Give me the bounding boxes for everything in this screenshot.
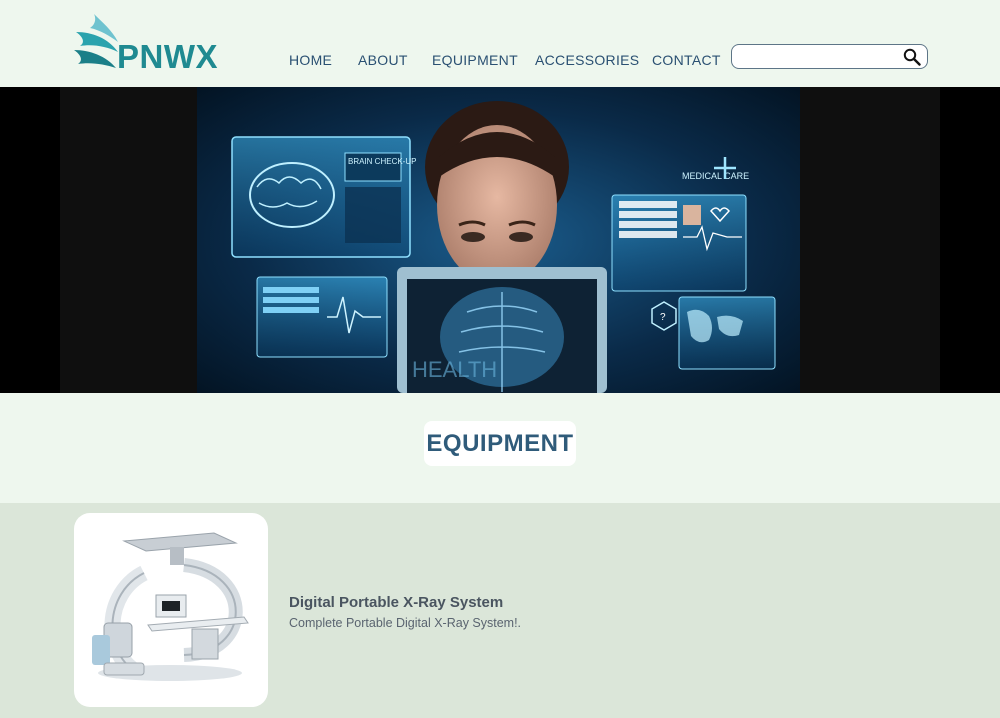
hero-text-brain: BRAIN CHECK-UP [348, 157, 416, 166]
hero-text-medical: MEDICAL CARE [682, 171, 749, 181]
search-icon[interactable] [903, 48, 921, 66]
hero-medical-image: BRAIN CHECK-UP HEALTH MEDICAL CARE ? [197, 87, 800, 393]
search-box [731, 44, 928, 69]
product-title[interactable]: Digital Portable X-Ray System [289, 594, 503, 611]
search-input[interactable] [738, 48, 898, 66]
site-header: PNWX HOME ABOUT EQUIPMENT ACCESSORIES CO… [0, 0, 1000, 86]
nav-equipment[interactable]: EQUIPMENT [432, 52, 518, 68]
nav-contact[interactable]: CONTACT [652, 52, 721, 68]
equipment-heading-badge: EQUIPMENT [424, 421, 576, 466]
nav-home[interactable]: HOME [289, 52, 332, 68]
nav-about[interactable]: ABOUT [358, 52, 408, 68]
product-description: Complete Portable Digital X-Ray System!. [289, 616, 522, 630]
xray-machine-image [92, 532, 249, 681]
brand-name[interactable]: PNWX [117, 38, 218, 76]
nav-accessories[interactable]: ACCESSORIES [535, 52, 639, 68]
product-image-card[interactable] [74, 513, 268, 707]
hero-text-health: HEALTH [412, 357, 497, 382]
equipment-heading: EQUIPMENT [426, 429, 574, 457]
svg-text:?: ? [660, 312, 666, 323]
